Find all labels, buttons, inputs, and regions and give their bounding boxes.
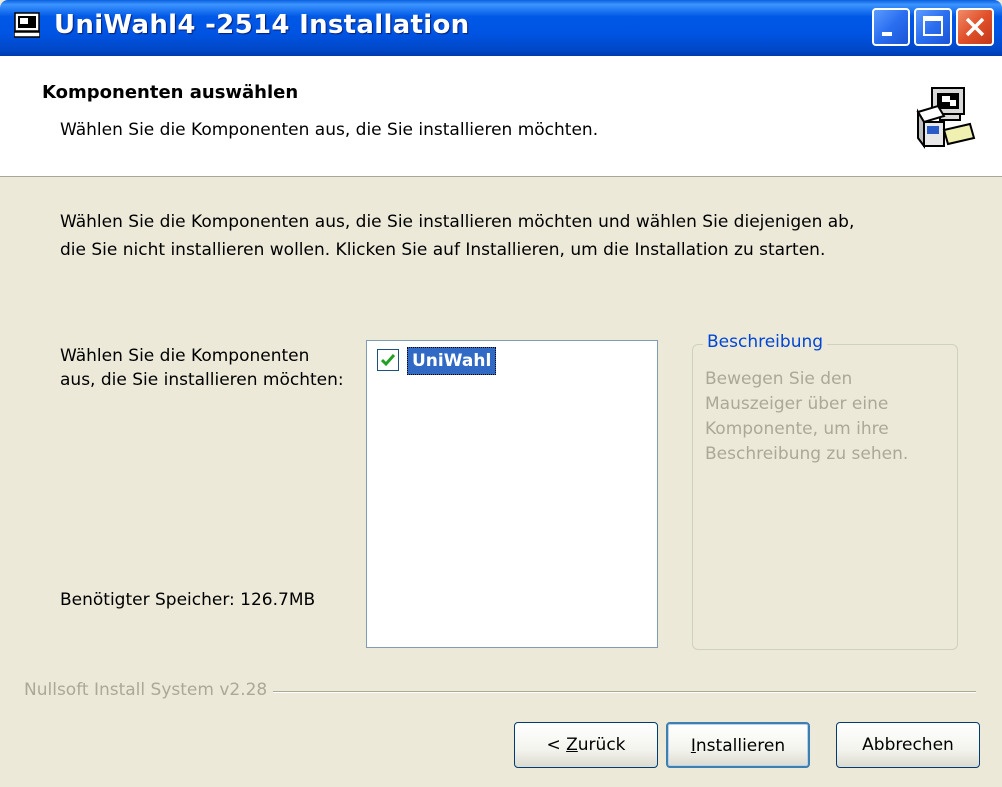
nsis-branding: Nullsoft Install System v2.28 (24, 680, 274, 700)
title-bar[interactable]: UniWahl4 -2514 Installation (0, 0, 1002, 56)
minimize-icon (882, 32, 892, 36)
component-checkbox[interactable] (377, 349, 399, 371)
close-icon (965, 17, 985, 37)
close-button[interactable] (956, 8, 994, 46)
installer-window-icon (14, 12, 40, 38)
maximize-icon (923, 16, 943, 36)
description-legend: Beschreibung (703, 332, 828, 352)
intro-text: Wählen Sie die Komponenten aus, die Sie … (60, 208, 970, 264)
minimize-button[interactable] (872, 8, 910, 46)
install-button-rest: nstallieren (695, 736, 786, 756)
intro-line-2: die Sie nicht installieren wollen. Klick… (60, 240, 826, 260)
header-panel: Komponenten auswählen Wählen Sie die Kom… (0, 56, 1002, 177)
component-label[interactable]: UniWahl (407, 347, 497, 375)
window-title: UniWahl4 -2514 Installation (54, 10, 470, 40)
page-subtitle: Wählen Sie die Komponenten aus, die Sie … (60, 120, 599, 140)
page-title: Komponenten auswählen (42, 82, 299, 103)
back-button-prefix: < (546, 735, 567, 755)
maximize-button[interactable] (914, 8, 952, 46)
back-button-rest: urück (577, 735, 626, 755)
back-button[interactable]: < Zurück (514, 722, 658, 768)
description-text: Bewegen Sie den Mauszeiger über eine Kom… (705, 369, 909, 464)
back-button-accel: Z (566, 735, 578, 755)
setup-computer-box-icon (916, 87, 976, 149)
cancel-button[interactable]: Abbrechen (836, 722, 980, 768)
intro-line-1: Wählen Sie die Komponenten aus, die Sie … (60, 212, 855, 232)
components-tree[interactable]: UniWahl (366, 340, 658, 648)
install-button[interactable]: Installieren (666, 722, 810, 768)
checkmark-icon (380, 354, 396, 367)
space-required-label: Benötigter Speicher: 126.7MB (60, 590, 316, 610)
description-group: Beschreibung Bewegen Sie den Mauszeiger … (692, 332, 958, 650)
select-components-label: Wählen Sie die Komponenten aus, die Sie … (60, 346, 344, 390)
installer-window: UniWahl4 -2514 Installation Komponenten … (0, 0, 1002, 787)
